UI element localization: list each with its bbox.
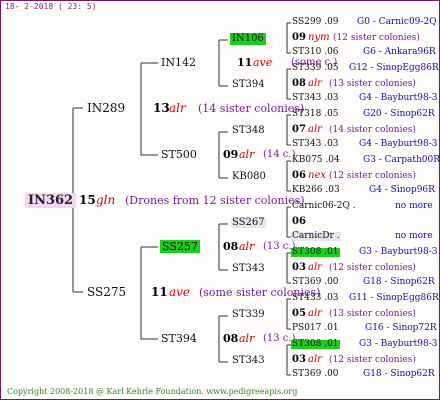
gen3-name[interactable]: ST343 [232,264,265,274]
gen2-a-code: ave [253,56,273,69]
gen3-name[interactable]: IN106 [230,33,266,45]
gen4-top-origin: G20 - Sinop62R [363,109,435,119]
gen4-top-name[interactable]: ST318 .05 [292,110,339,119]
gen2-b-note: (14 c.) [263,149,296,160]
gen4-bottom-origin: G18 - Sinop62R [363,369,435,379]
gen4-bottom-origin: G6 - Ankara96R [363,47,436,57]
gen2-c-name[interactable]: SS257 [160,240,200,253]
gen2-d-name[interactable]: ST394 [161,333,197,344]
gen4-bottom-name[interactable]: KB266 .03 [292,186,340,195]
gen4-bottom-name[interactable]: ST369 .00 [292,278,339,287]
gen4-code: alr [308,262,322,273]
gen4-top-name[interactable]: ST308 .01 [291,248,340,257]
gen4-bottom-origin: G4 - Bayburt98-3 [359,93,438,103]
gen1-lower-code: ave [169,285,191,299]
root-year: 15 [79,193,96,207]
gen4-top-origin: G11 - SinopEgg86R [349,293,439,303]
gen2-a-name[interactable]: IN142 [161,57,196,68]
gen4-top-origin: G3 - Carpath00R [363,155,440,165]
gen4-bottom-origin: G4 - Bayburt98-3 [359,139,438,149]
gen3-name[interactable]: SS267 [231,218,266,228]
gen1-upper-year: 13 [153,101,170,115]
gen4-note: (12 sister colonies) [329,355,416,365]
gen1-upper-note: (14 sister colonies) [198,102,305,115]
gen4-note: (12 sister colonies) [329,171,416,181]
gen4-top-name[interactable]: Carnic06-2Q . [292,202,356,211]
gen4-top-origin: G12 - SinopEgg86R [349,63,439,73]
gen2-c-year: 08 [223,240,239,253]
gen2-d-code: alr [239,332,255,345]
gen4-top-origin: G3 - Bayburt98-3 [359,339,438,349]
gen4-top-origin: no more [395,201,433,211]
gen3-name[interactable]: ST339 [232,310,265,320]
gen2-b-year: 09 [223,148,239,161]
gen4-code: alr [308,78,322,89]
root-breeder-code: gln [96,193,116,207]
gen1-upper-name[interactable]: IN289 [87,102,125,114]
gen4-note: (13 sister colonies) [329,309,416,319]
gen4-year: 08 [292,78,306,89]
gen4-year: 05 [292,308,306,319]
gen4-code: alr [308,308,322,319]
gen4-year: 03 [292,354,306,365]
gen4-top-name[interactable]: SS299 .09 [292,18,339,27]
gen4-note: (14 sister colonies) [329,125,416,135]
gen4-bottom-origin: G16 - Sinop72R [365,323,437,333]
pedigree-chart: 18- 2-2018 ( 23: 5) IN362 15 gln (Drones… [0,0,440,400]
gen4-bottom-name[interactable]: ST343 .03 [292,94,339,103]
root-queen-name[interactable]: IN362 [25,193,77,208]
gen4-note: (12 sister colonies) [329,263,416,273]
gen4-bottom-origin: G18 - Sinop62R [363,277,435,287]
gen4-bottom-name[interactable]: ST369 .00 [292,370,339,379]
gen4-bottom-origin: G4 - Sinop96R [369,185,435,195]
gen1-upper-code: alr [169,101,186,115]
gen4-code: alr [308,124,322,135]
gen3-name[interactable]: KB080 [232,172,266,182]
gen4-bottom-name[interactable]: ST343 .03 [292,140,339,149]
root-note: (Drones from 12 sister colonies) [125,194,305,207]
gen4-bottom-name[interactable]: ST310 .06 [292,48,339,57]
gen4-bottom-origin: no more [395,231,433,241]
gen4-top-name[interactable]: ST308 .01 [291,340,340,349]
gen2-c-code: alr [239,240,255,253]
gen3-name[interactable]: ST343 [232,356,265,366]
copyright-footer: Copyright 2008-2018 @ Karl Kehrle Founda… [7,387,298,396]
gen4-year: 06 [292,170,306,181]
gen2-b-name[interactable]: ST500 [161,149,197,160]
gen3-name[interactable]: ST348 [232,126,265,136]
gen4-year: 06 [292,216,306,227]
gen4-top-name[interactable]: KB075 .04 [292,156,340,165]
gen4-note: (12 sister colonies) [333,33,420,43]
gen4-top-origin: G0 - Carnic09-2Q [357,17,437,27]
gen2-a-year: 11 [237,56,253,69]
gen2-d-year: 08 [223,332,239,345]
gen1-lower-name[interactable]: SS275 [87,286,126,298]
gen4-code: alr [308,354,322,365]
gen4-year: 07 [292,124,306,135]
gen2-b-code: alr [239,148,255,161]
gen4-top-origin: G3 - Bayburt98-3 [359,247,438,257]
gen4-code: nex [308,170,326,181]
gen4-bottom-name[interactable]: PS017 .01 [292,324,339,333]
gen1-lower-year: 11 [151,285,168,299]
gen4-note: (13 sister colonies) [329,79,416,89]
gen4-bottom-name[interactable]: CarnicDr . [291,232,341,241]
gen4-code: nym [308,32,330,43]
gen4-year: 03 [292,262,306,273]
gen4-year: 09 [292,32,306,43]
gen4-top-name[interactable]: ST339 .05 [292,64,339,73]
gen4-top-name[interactable]: ST433 .03 [292,294,339,303]
gen3-name[interactable]: ST394 [232,80,265,90]
